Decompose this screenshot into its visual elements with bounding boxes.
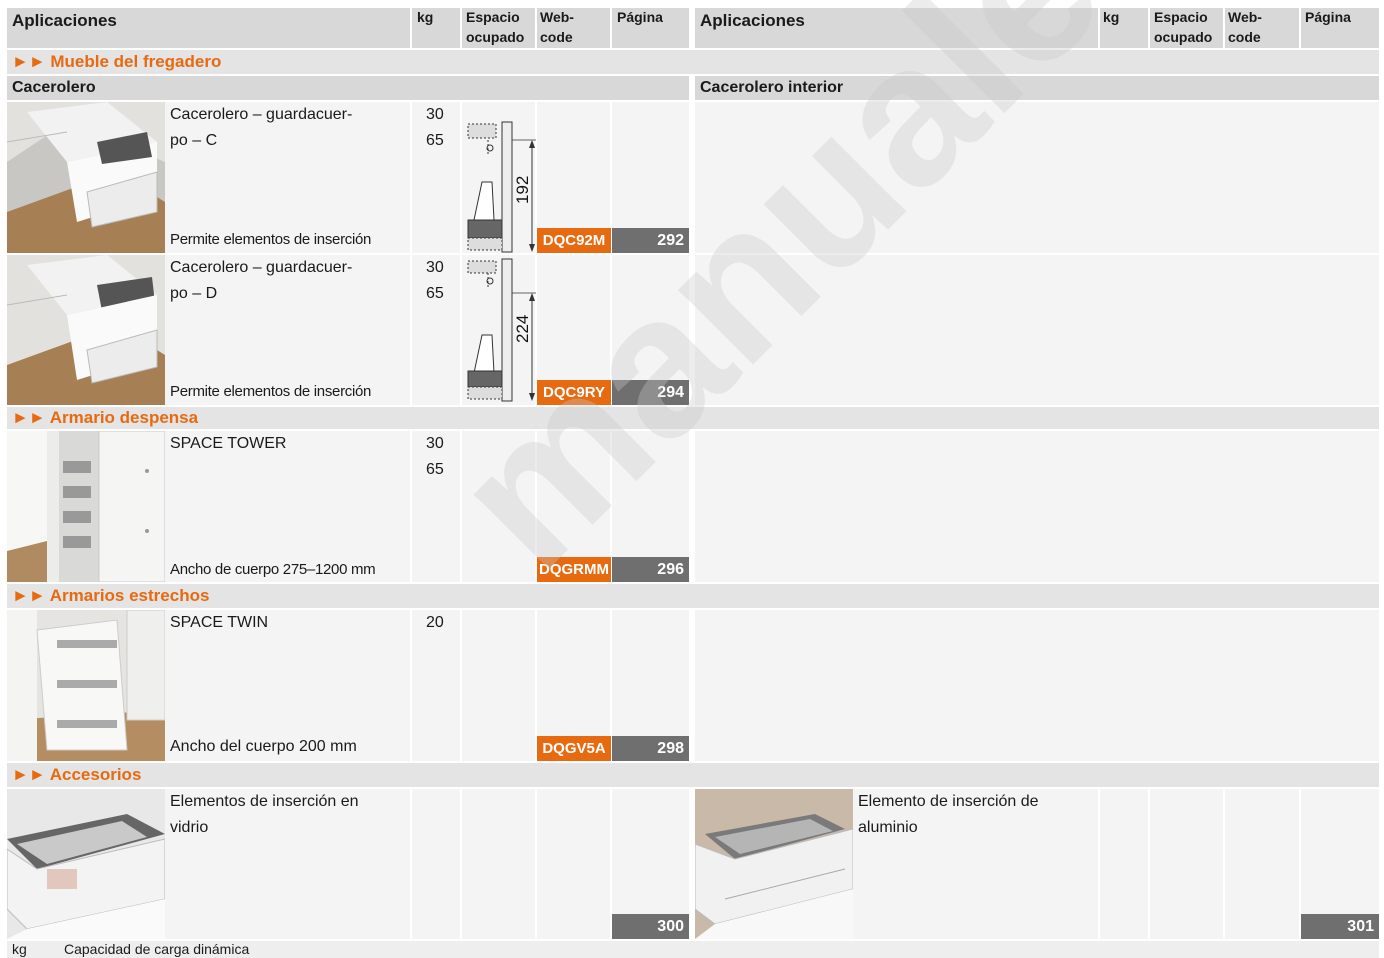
section-accesorios: ►► Accesorios (7, 763, 1379, 787)
col-pagina-right: Página (1305, 9, 1351, 25)
product-note: Ancho del cuerpo 200 mm (170, 738, 357, 755)
product-name-2: aluminio (858, 819, 918, 836)
product-note: Permite elementos de inserción (170, 231, 372, 248)
product-name: Elementos de inserción en (170, 793, 359, 810)
kg-value: 30 (426, 106, 444, 123)
col-espacio-right-2: ocupado (1154, 29, 1213, 45)
section-despensa: ►► Armario despensa (7, 407, 1379, 429)
dimension-value: 224 (513, 315, 532, 343)
subheader-title: Cacerolero interior (700, 79, 844, 96)
product-row: SPACE TWIN Ancho del cuerpo 200 mm 20 DQ… (7, 610, 689, 761)
section-title: ►► Mueble del fregadero (12, 52, 222, 71)
col-aplicaciones-right: Aplicaciones (700, 11, 805, 30)
empty-cell-right (695, 610, 1379, 761)
col-webcode-right: Web- (1228, 9, 1262, 25)
col-espacio-right: Espacio (1154, 9, 1208, 25)
section-estrechos: ►► Armarios estrechos (7, 584, 1379, 608)
section-title: ►► Armario despensa (12, 408, 199, 427)
col-webcode-right-2: code (1228, 29, 1261, 45)
table-header-left: Aplicaciones kg Espacio ocupado Web- cod… (7, 8, 689, 48)
product-row: Cacerolero – guardacuer- po – D Permite … (7, 255, 689, 405)
product-note: Permite elementos de inserción (170, 383, 372, 400)
webcode-badge[interactable]: DQC92M (537, 228, 611, 253)
product-name: SPACE TWIN (170, 614, 269, 631)
kg-value: 20 (426, 614, 444, 631)
kg-value-2: 65 (426, 461, 444, 478)
section-fregadero: ►► Mueble del fregadero (7, 50, 1379, 74)
webcode-badge[interactable]: DQGRMM (537, 557, 611, 582)
kg-value-2: 65 (426, 132, 444, 149)
webcode-badge[interactable]: DQC9RY (537, 380, 611, 405)
dimension-diagram: 192 (467, 121, 536, 253)
kg-value: 30 (426, 435, 444, 452)
col-webcode: Web- (540, 9, 574, 25)
col-espacio-2: ocupado (466, 29, 525, 45)
col-espacio: Espacio (466, 9, 520, 25)
kg-value-2: 65 (426, 285, 444, 302)
subheader-cacerolero-interior: Cacerolero interior (695, 76, 1379, 100)
product-name: Cacerolero – guardacuer- (170, 259, 353, 276)
table-header-right: Aplicaciones kg Espacio ocupado Web- cod… (695, 8, 1379, 48)
col-aplicaciones: Aplicaciones (12, 11, 117, 30)
section-title: ►► Accesorios (12, 765, 142, 784)
footer-abbr: kg (12, 941, 27, 957)
col-pagina: Página (617, 9, 663, 25)
col-webcode-2: code (540, 29, 573, 45)
dimension-diagram: 224 (467, 258, 536, 402)
subheader-title: Cacerolero (12, 79, 96, 96)
product-photo (7, 610, 165, 761)
empty-cell-right (695, 102, 1379, 253)
webcode-badge[interactable]: DQGV5A (537, 736, 611, 761)
section-title: ►► Armarios estrechos (12, 586, 210, 605)
product-photo (7, 789, 165, 939)
dimension-value: 192 (513, 176, 532, 204)
accessory-row-right: Elemento de inserción de aluminio 301 (695, 789, 1379, 939)
page-number-badge[interactable]: 301 (1301, 914, 1379, 939)
product-name: Elemento de inserción de (858, 793, 1039, 810)
product-note: Ancho de cuerpo 275–1200 mm (170, 561, 376, 578)
accessory-row-left: Elementos de inserción en vidrio 300 (7, 789, 689, 939)
product-photo (7, 102, 165, 253)
product-name-2: po – C (170, 132, 218, 149)
product-name: Cacerolero – guardacuer- (170, 106, 353, 123)
product-name-2: po – D (170, 285, 218, 302)
product-name: SPACE TOWER (170, 435, 287, 452)
product-photo (7, 431, 165, 582)
col-kg: kg (417, 9, 434, 25)
empty-cell-right (695, 255, 1379, 405)
product-row: Cacerolero – guardacuer- po – C Permite … (7, 102, 689, 253)
page-number-badge[interactable]: 300 (612, 914, 689, 939)
subheader-cacerolero: Cacerolero (7, 76, 689, 100)
product-row: SPACE TOWER Ancho de cuerpo 275–1200 mm … (7, 431, 689, 582)
product-photo (695, 789, 853, 939)
page-number-badge[interactable]: 298 (612, 736, 689, 761)
col-kg-right: kg (1103, 9, 1120, 25)
footer-text: Capacidad de carga dinámica (64, 941, 250, 957)
page-number-badge[interactable]: 292 (612, 228, 689, 253)
kg-value: 30 (426, 259, 444, 276)
page-number-badge[interactable]: 296 (612, 557, 689, 582)
footer-legend: kg Capacidad de carga dinámica (7, 941, 1379, 958)
empty-cell-right (695, 431, 1379, 582)
product-name-2: vidrio (170, 819, 209, 836)
product-photo (7, 255, 165, 405)
page-number-badge[interactable]: 294 (612, 380, 689, 405)
